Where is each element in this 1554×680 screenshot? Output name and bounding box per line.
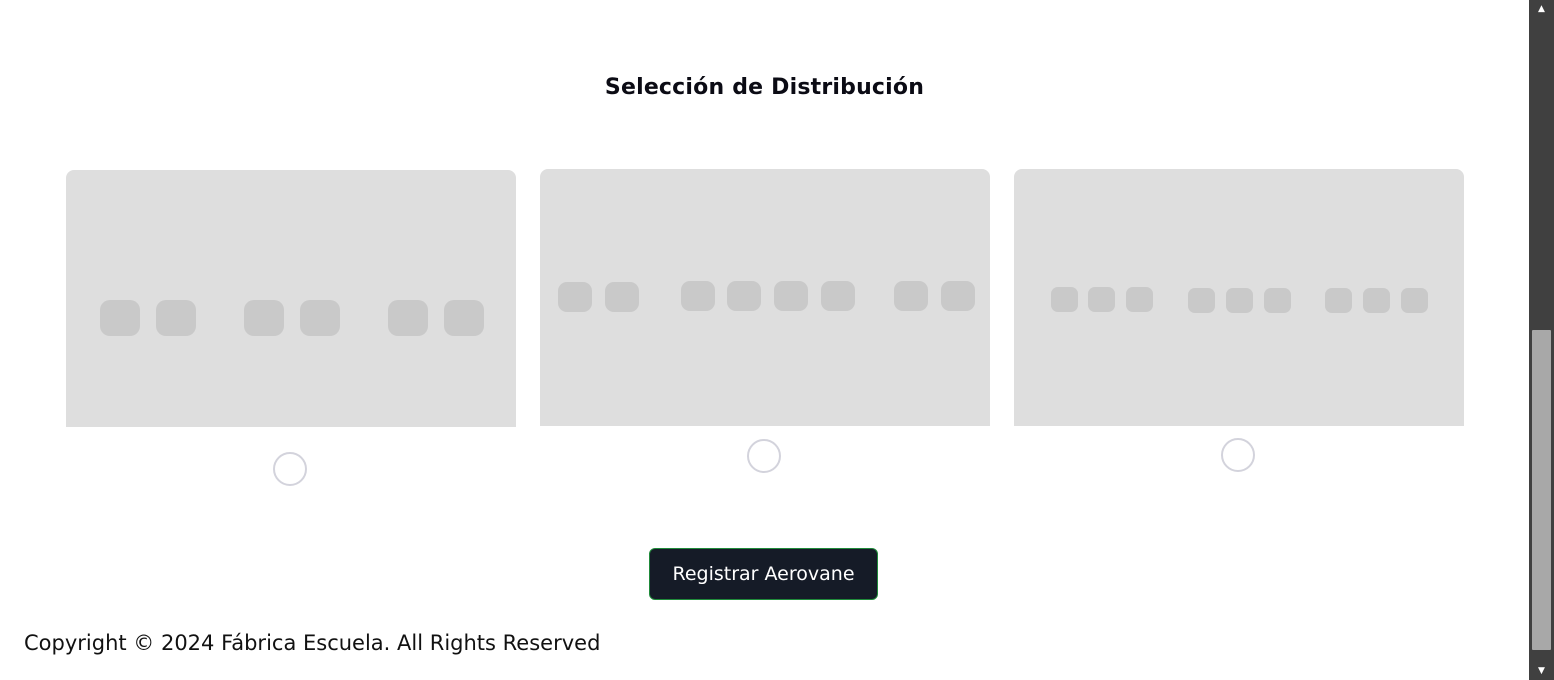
distribution-radio-1[interactable] (273, 452, 307, 486)
distribution-radio-2[interactable] (747, 439, 781, 473)
scrollbar-thumb[interactable] (1532, 330, 1551, 650)
distribution-option-image-1[interactable] (66, 170, 516, 427)
seat-layout-2-4-2-image (558, 281, 975, 312)
register-aerovane-button[interactable]: Registrar Aerovane (649, 548, 878, 600)
section-title: Selección de Distribución (604, 75, 925, 100)
vertical-scrollbar[interactable]: ▲ ▼ (1529, 0, 1554, 680)
distribution-option-image-3[interactable] (1014, 169, 1464, 426)
page-viewport: Selección de Distribución Registrar Aero… (0, 0, 1529, 680)
distribution-option-image-2[interactable] (540, 169, 990, 426)
triangle-down-icon[interactable]: ▼ (1529, 662, 1554, 680)
seat-layout-2-2-2-image (100, 300, 484, 336)
triangle-up-icon[interactable]: ▲ (1529, 0, 1554, 18)
footer-copyright: Copyright © 2024 Fábrica Escuela. All Ri… (24, 631, 601, 655)
seat-layout-3-3-3-image (1051, 287, 1428, 313)
distribution-radio-3[interactable] (1221, 438, 1255, 472)
